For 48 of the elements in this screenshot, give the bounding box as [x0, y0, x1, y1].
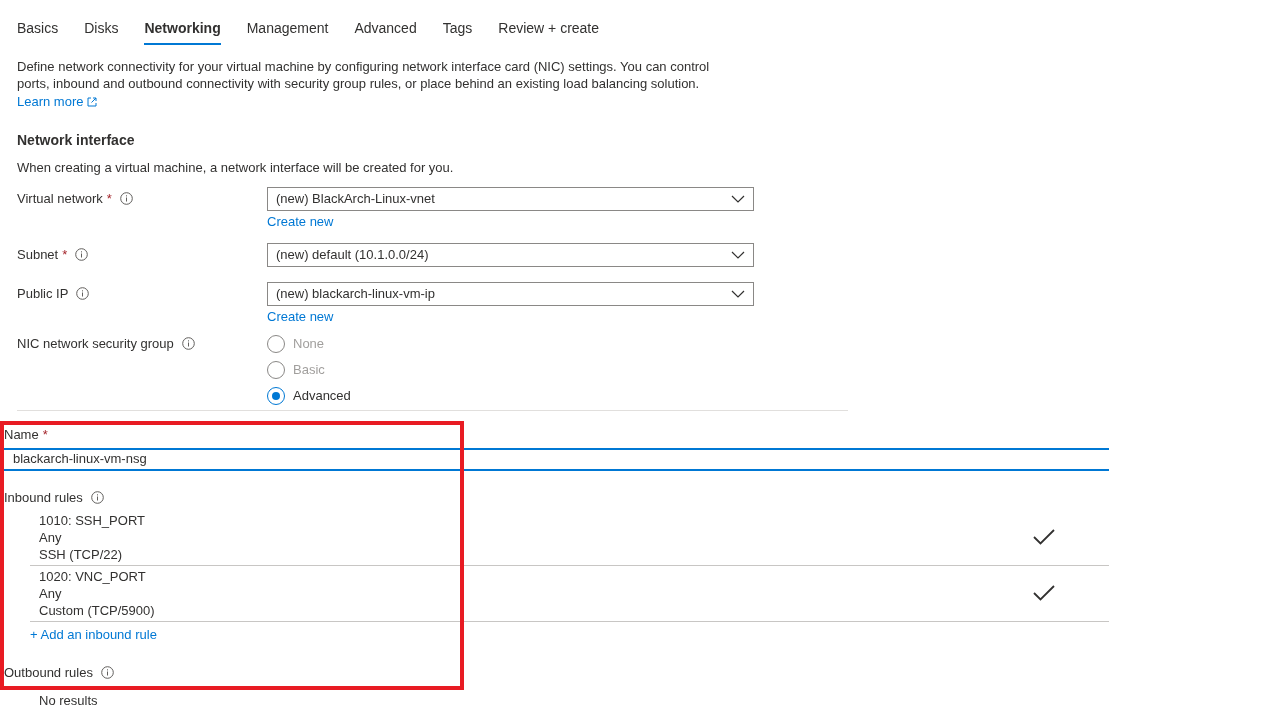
- rule-source: Any: [39, 584, 63, 602]
- field-label: Public IP: [17, 284, 69, 303]
- tab[interactable]: Review + create: [498, 19, 600, 45]
- required-asterisk: *: [42, 425, 48, 443]
- info-icon[interactable]: [76, 287, 90, 300]
- description-text: Define network connectivity for your virtual machine by configuring network interface card (NIC) settings. You can control ports, inbound and outbound connectivity with security group rules, or place behind an existing load balancing solution.: [17, 58, 711, 92]
- empty-results-text: No results: [39, 692, 99, 709]
- name-input-field[interactable]: blackarch-linux-vm-nsg: [4, 447, 1109, 471]
- create-new-link[interactable]: Create new: [267, 307, 334, 325]
- dropdown[interactable]: (new) blackarch-linux-vm-ip: [267, 281, 754, 306]
- section-heading: Network interface: [17, 130, 136, 149]
- tab[interactable]: Basics: [17, 19, 59, 45]
- chevron-down-icon: [731, 289, 745, 298]
- rule-source: Any: [39, 528, 63, 546]
- rule-name: 1020: VNC_PORT: [39, 567, 147, 585]
- section-label: Outbound rules: [4, 664, 93, 681]
- info-icon[interactable]: [100, 666, 114, 679]
- info-icon[interactable]: [75, 248, 89, 261]
- rule-service: Custom (TCP/5900): [39, 601, 155, 619]
- info-icon[interactable]: [90, 490, 104, 504]
- field-label: NIC network security group: [17, 334, 174, 353]
- dropdown[interactable]: (new) BlackArch-Linux-vnet: [267, 186, 754, 211]
- learn-more-link[interactable]: Learn more: [17, 93, 98, 110]
- checkmark-icon: [1033, 529, 1055, 545]
- rule-service: SSH (TCP/22): [39, 545, 124, 563]
- section-label: Inbound rules: [4, 488, 83, 506]
- required-asterisk: *: [62, 245, 68, 264]
- add-inbound-rule-link[interactable]: + Add an inbound rule: [30, 625, 157, 643]
- create-new-link[interactable]: Create new: [267, 212, 334, 230]
- checkmark-icon: [1033, 585, 1055, 601]
- tab[interactable]: Networking: [144, 19, 221, 45]
- tab[interactable]: Advanced: [354, 19, 417, 45]
- field-label: Name: [4, 425, 39, 443]
- tab[interactable]: Tags: [442, 19, 473, 45]
- dropdown[interactable]: (new) default (10.1.0.0/24): [267, 242, 754, 267]
- section-description: When creating a virtual machine, a network interface will be created for you.: [17, 158, 455, 176]
- radio-option[interactable]: Advanced: [267, 386, 351, 405]
- tab[interactable]: Disks: [84, 19, 119, 45]
- field-label: Subnet: [17, 245, 59, 264]
- external-link-icon: [87, 96, 98, 107]
- required-asterisk: *: [106, 189, 112, 208]
- field-label: Virtual network: [17, 189, 103, 208]
- tab[interactable]: Management: [246, 19, 329, 45]
- rule-name: 1010: SSH_PORT: [39, 511, 145, 529]
- chevron-down-icon: [731, 250, 745, 259]
- info-icon[interactable]: [181, 337, 195, 350]
- chevron-down-icon: [731, 194, 745, 203]
- info-icon[interactable]: [119, 192, 133, 205]
